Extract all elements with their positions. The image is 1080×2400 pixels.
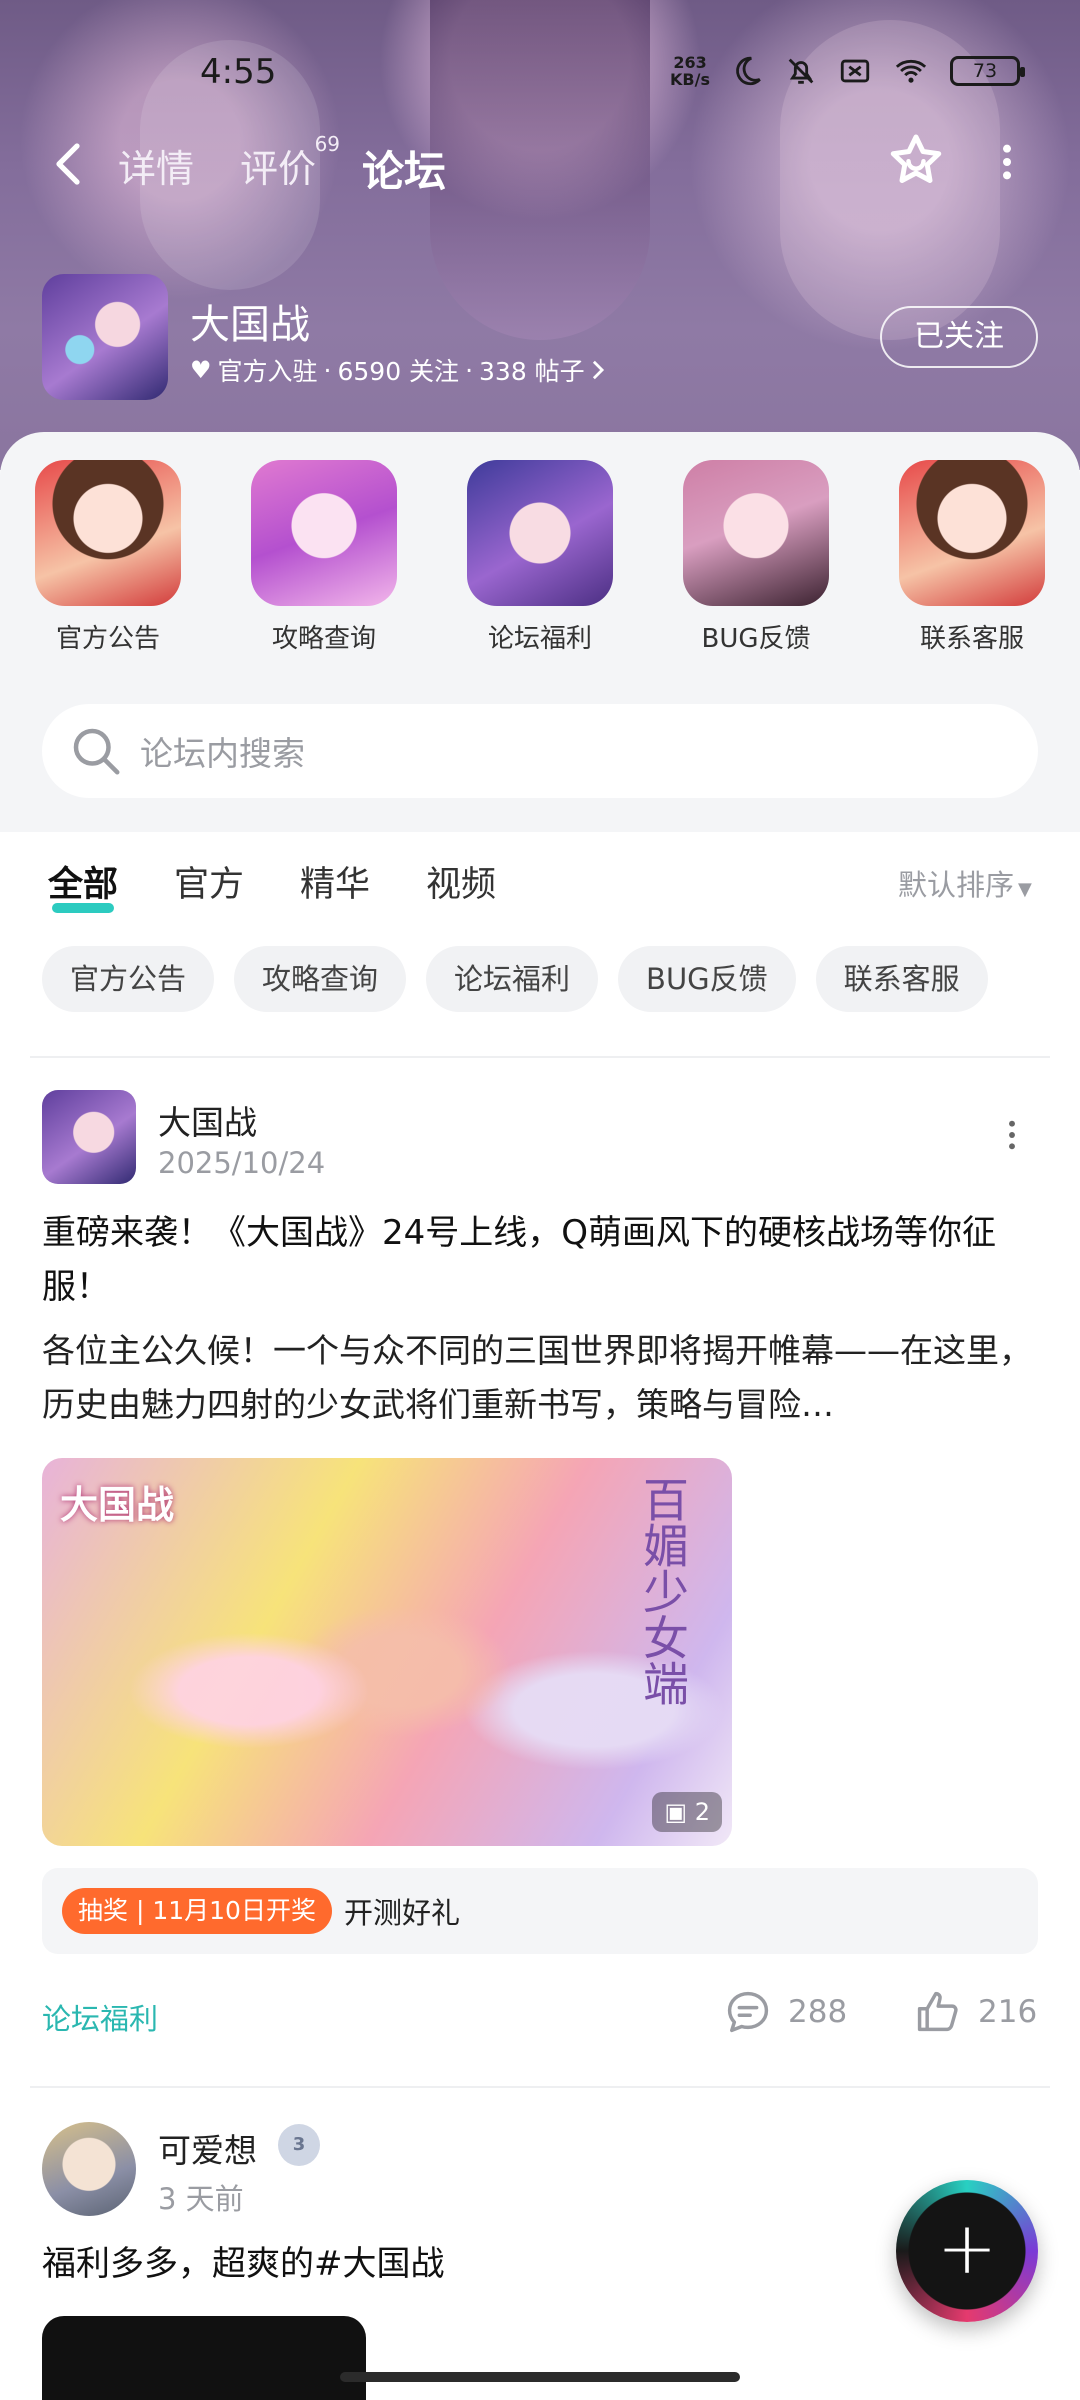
chip-guides[interactable]: 攻略查询 (234, 946, 407, 1012)
post-image[interactable]: 大国战 百媚少女端 ▣ 2 (42, 1458, 732, 1846)
follow-button[interactable]: 已关注 (880, 306, 1038, 368)
category-customer-service[interactable]: 联系客服 (864, 460, 1080, 655)
category-bug-feedback[interactable]: BUG反馈 (648, 460, 864, 655)
chip-bug-feedback[interactable]: BUG反馈 (618, 946, 796, 1012)
image-icon: ▣ (664, 1798, 695, 1826)
reviews-count-badge: 69 (314, 132, 341, 156)
thumbs-up-icon (917, 1991, 958, 2032)
post-text[interactable]: 福利多多，超爽的#大国战 (42, 2236, 445, 2285)
tag-chips: 官方公告 攻略查询 论坛福利 BUG反馈 联系客服 (42, 946, 988, 1012)
nav-tabs: 详情 评价 69 论坛 (118, 132, 453, 199)
top-nav: 详情 评价 69 论坛 (0, 130, 1080, 200)
category-thumbnail (683, 460, 829, 606)
search-icon (73, 728, 120, 775)
comment-button[interactable]: 288 (722, 1986, 847, 2038)
tab-forum[interactable]: 论坛 (356, 138, 453, 199)
post-author-name[interactable]: 可爱想 (158, 2124, 257, 2172)
chevron-left-icon (56, 143, 80, 185)
plus-icon: + (936, 2206, 998, 2290)
post-author-name[interactable]: 大国战 (158, 1096, 257, 1144)
post-image[interactable] (42, 2316, 366, 2400)
tab-reviews[interactable]: 评价 69 (240, 132, 340, 199)
forum-name: 大国战 (190, 302, 310, 348)
post-excerpt[interactable]: 各位主公久候！一个与众不同的三国世界即将揭开帷幕——在这里，历史由魅力四射的少女… (42, 1324, 1042, 1432)
filter-tab-video[interactable]: 视频 (426, 856, 496, 907)
wifi-icon (895, 59, 927, 83)
category-guides[interactable]: 攻略查询 (216, 460, 432, 655)
filter-tab-featured[interactable]: 精华 (300, 856, 370, 907)
filter-tab-all[interactable]: 全部 (48, 856, 118, 913)
image-count-badge: ▣ 2 (652, 1792, 722, 1832)
forum-meta[interactable]: ♥ 官方入驻 · 6590 关注 · 338 帖子 (190, 352, 605, 388)
back-button[interactable] (50, 140, 86, 196)
comment-icon (727, 1991, 769, 2033)
divider (30, 2086, 1050, 2088)
category-official-announcements[interactable]: 官方公告 (0, 460, 216, 655)
forum-logo (42, 274, 168, 400)
category-thumbnail (35, 460, 181, 606)
like-button[interactable]: 216 (912, 1986, 1037, 2038)
moon-icon (736, 56, 761, 86)
lottery-text: 开测好礼 (344, 1896, 461, 1930)
status-time: 4:55 (200, 52, 277, 92)
post-more-button[interactable] (1005, 1118, 1019, 1152)
chip-customer-service[interactable]: 联系客服 (815, 946, 988, 1012)
no-sim-icon (840, 59, 870, 83)
network-speed: 263 KB/s (670, 53, 710, 89)
post-author-avatar[interactable] (42, 1090, 136, 1184)
status-bar: 4:55 263 KB/s 73 (0, 44, 1080, 104)
forum-search-input[interactable]: 论坛内搜索 (42, 704, 1038, 798)
tab-details[interactable]: 详情 (118, 138, 194, 199)
verified-diamond-icon: ♥ (190, 356, 212, 384)
star-icon (890, 134, 942, 183)
image-logo-text: 大国战 (60, 1483, 175, 1527)
more-options-button[interactable] (1000, 142, 1014, 182)
category-shortcuts: 官方公告 攻略查询 论坛福利 BUG反馈 联系客服 (0, 460, 1080, 655)
chip-official-announcements[interactable]: 官方公告 (42, 946, 215, 1012)
favorite-button[interactable] (886, 130, 946, 190)
battery-indicator: 73 (950, 56, 1025, 86)
create-post-button[interactable]: + (896, 2180, 1038, 2322)
post-title[interactable]: 重磅来袭！《大国战》24号上线，Q萌画风下的硬核战场等你征服！ (42, 1206, 1042, 1314)
lottery-banner[interactable]: 抽奖 | 11月10日开奖 开测好礼 (42, 1868, 1038, 1954)
chevron-right-icon (592, 360, 604, 380)
user-level-badge: 3 (278, 2124, 320, 2166)
category-thumbnail (251, 460, 397, 606)
chip-forum-benefits[interactable]: 论坛福利 (426, 946, 599, 1012)
post-filter-tabs: 全部 官方 精华 视频 (48, 856, 496, 913)
divider (30, 1056, 1050, 1058)
bell-off-icon (788, 58, 814, 84)
post-date: 2025/10/24 (158, 1146, 326, 1180)
filter-tab-official[interactable]: 官方 (174, 856, 244, 907)
category-thumbnail (467, 460, 613, 606)
sort-dropdown[interactable]: 默认排序 ▼ (898, 862, 1032, 904)
search-placeholder: 论坛内搜索 (140, 734, 305, 773)
caret-down-icon: ▼ (1018, 879, 1032, 900)
image-title-text: 百媚少女端 (636, 1476, 690, 1706)
post-category-link[interactable]: 论坛福利 (42, 1996, 158, 2038)
category-thumbnail (899, 460, 1045, 606)
screen: 4:55 263 KB/s 73 详情 评价 69 论坛 大国战 ♥ 官方入驻 … (0, 0, 1080, 2400)
category-forum-benefits[interactable]: 论坛福利 (432, 460, 648, 655)
lottery-tag: 抽奖 | 11月10日开奖 (62, 1888, 332, 1934)
more-vertical-icon (1003, 144, 1011, 180)
more-vertical-icon (1009, 1120, 1015, 1150)
post-author-avatar[interactable] (42, 2122, 136, 2216)
post-time: 3 天前 (158, 2182, 244, 2216)
home-indicator[interactable] (340, 2372, 740, 2382)
